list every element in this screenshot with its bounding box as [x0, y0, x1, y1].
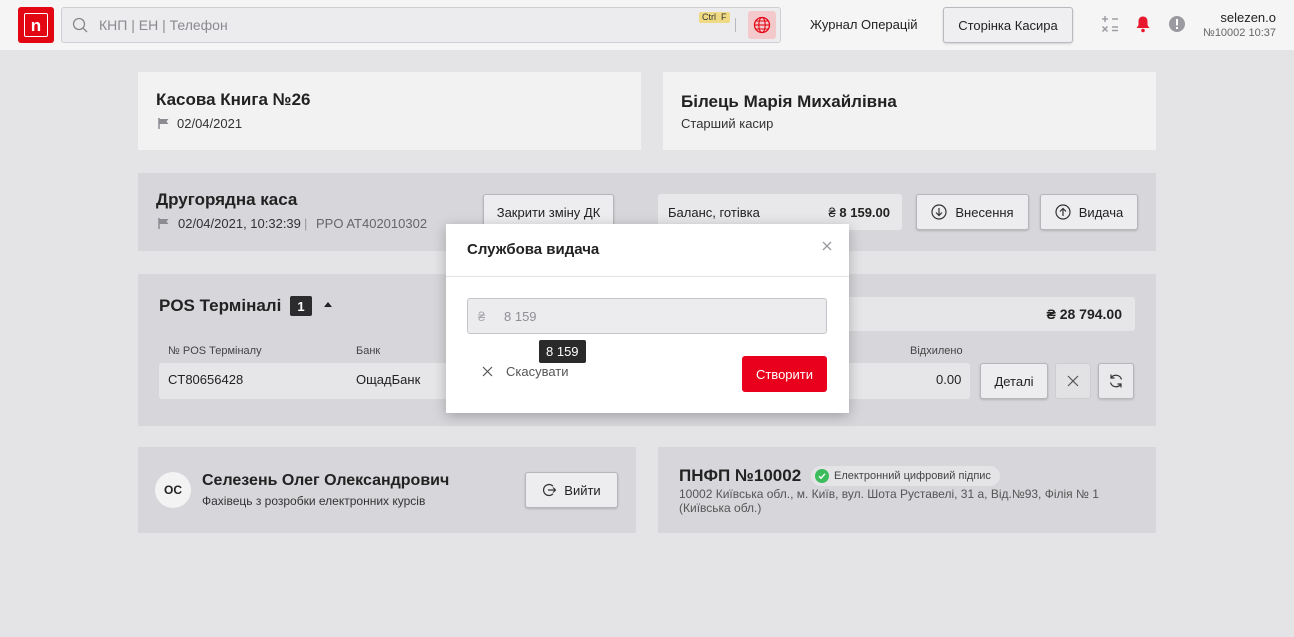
service-withdrawal-modal: Службова видача ₴ 8 159 Скасувати Створи…: [446, 224, 849, 413]
cashbook-title: Касова Книга №26: [156, 90, 311, 109]
cashier-name: Білець Марія Михайлівна: [681, 92, 897, 111]
balance-currency: ₴: [828, 205, 836, 220]
shortcut-f-badge: F: [718, 12, 730, 23]
cashbook-card: [138, 72, 641, 150]
close-icon: [1067, 375, 1079, 387]
amount-input[interactable]: ₴ 8 159: [467, 298, 827, 334]
search-input[interactable]: КНП | ЕН | Телефон Ctrl F: [61, 7, 781, 43]
terminal-number: CT80656428: [168, 372, 244, 387]
amount-currency: ₴: [478, 309, 486, 324]
operations-journal-link[interactable]: Журнал Операцій: [810, 17, 918, 32]
collapse-caret-icon[interactable]: [324, 302, 332, 307]
avatar: ОС: [155, 472, 191, 508]
secondary-till-title: Другорядна каса: [156, 190, 298, 209]
arrow-down-circle-icon: [931, 204, 947, 220]
flag-icon: [158, 118, 169, 129]
bell-icon[interactable]: [1135, 15, 1151, 33]
branch-title: ПНФП №10002: [679, 466, 802, 485]
cashier-page-button[interactable]: Сторінка Касира: [943, 7, 1073, 43]
pos-total-amount: ₴ 28 794.00: [1046, 306, 1122, 322]
balance-amount: ₴ 8 159.00: [829, 205, 890, 220]
balance-label: Баланс, готівка: [668, 205, 760, 220]
branch-address: 10002 Київська обл., м. Київ, вул. Шота …: [679, 487, 1099, 515]
amount-tooltip: 8 159: [539, 340, 586, 363]
pos-title: POS Терміналі: [159, 296, 282, 315]
withdraw-label: Видача: [1078, 204, 1124, 220]
details-button[interactable]: Деталі: [980, 363, 1048, 399]
logout-button[interactable]: Вийти: [525, 472, 618, 508]
cashbook-date: 02/04/2021: [177, 116, 243, 131]
modal-title: Службова видача: [467, 241, 600, 258]
bank-name: ОщадБанк: [356, 372, 421, 387]
signature-label: Електронний цифровий підпис: [834, 470, 991, 482]
column-header-rejected: Відхилено: [910, 345, 963, 357]
user-meta: №10002 10:37: [1203, 27, 1276, 39]
balance-value: 8 159.00: [839, 205, 890, 220]
rejected-amount: 0.00: [936, 372, 962, 387]
search-icon: [72, 17, 88, 33]
close-icon: [482, 366, 493, 377]
pos-count-badge: 1: [290, 296, 312, 316]
pos-total-value: 28 794.00: [1059, 306, 1122, 322]
username: selezen.o: [1220, 10, 1276, 25]
logout-label: Вийти: [564, 482, 601, 498]
user-info[interactable]: selezen.o №10002 10:37: [1203, 10, 1276, 39]
deposit-label: Внесення: [955, 204, 1014, 220]
globe-search-button[interactable]: [748, 11, 776, 39]
refresh-icon: [1109, 374, 1123, 388]
modal-divider: [446, 276, 849, 277]
rro-number: PPO AT402010302: [316, 216, 428, 231]
modal-close-icon[interactable]: [822, 241, 832, 251]
search-divider: [735, 18, 736, 32]
cancel-label: Скасувати: [506, 364, 569, 379]
arrow-up-circle-icon: [1055, 204, 1071, 220]
flag-icon: [158, 218, 169, 229]
amount-placeholder: 8 159: [504, 309, 537, 324]
calculator-icon[interactable]: [1101, 15, 1119, 33]
shortcut-ctrl-badge: Ctrl: [699, 12, 719, 23]
column-header-bank: Банк: [356, 345, 381, 357]
pos-total: ₴ 28 794.00: [800, 297, 1135, 331]
secondary-till-datetime: 02/04/2021, 10:32:39: [178, 216, 301, 231]
cancel-button[interactable]: Скасувати: [482, 364, 569, 379]
column-header-terminal: № POS Терміналу: [168, 345, 262, 357]
cashier-role: Старший касир: [681, 116, 774, 131]
logo-mark: n: [24, 13, 48, 37]
alert-icon[interactable]: [1168, 15, 1186, 33]
employee-name: Селезень Олег Олександрович: [202, 472, 450, 489]
logout-icon: [543, 483, 557, 497]
search-placeholder: КНП | ЕН | Телефон: [99, 17, 228, 33]
employee-position: Фахівець з розробки електронних курсів: [202, 494, 426, 508]
check-circle-icon: [815, 469, 829, 483]
top-bar: n КНП | ЕН | Телефон Ctrl F Журнал Опера…: [0, 0, 1294, 50]
globe-icon: [753, 16, 771, 34]
create-button[interactable]: Створити: [742, 356, 827, 392]
refresh-button[interactable]: [1098, 363, 1134, 399]
pos-total-currency: ₴: [1046, 306, 1056, 322]
withdraw-button[interactable]: Видача: [1040, 194, 1138, 230]
signature-badge: Електронний цифровий підпис: [811, 466, 1000, 486]
rro-separator: |: [304, 216, 308, 231]
app-logo[interactable]: n: [18, 7, 54, 43]
remove-button[interactable]: [1055, 363, 1091, 399]
deposit-button[interactable]: Внесення: [916, 194, 1029, 230]
